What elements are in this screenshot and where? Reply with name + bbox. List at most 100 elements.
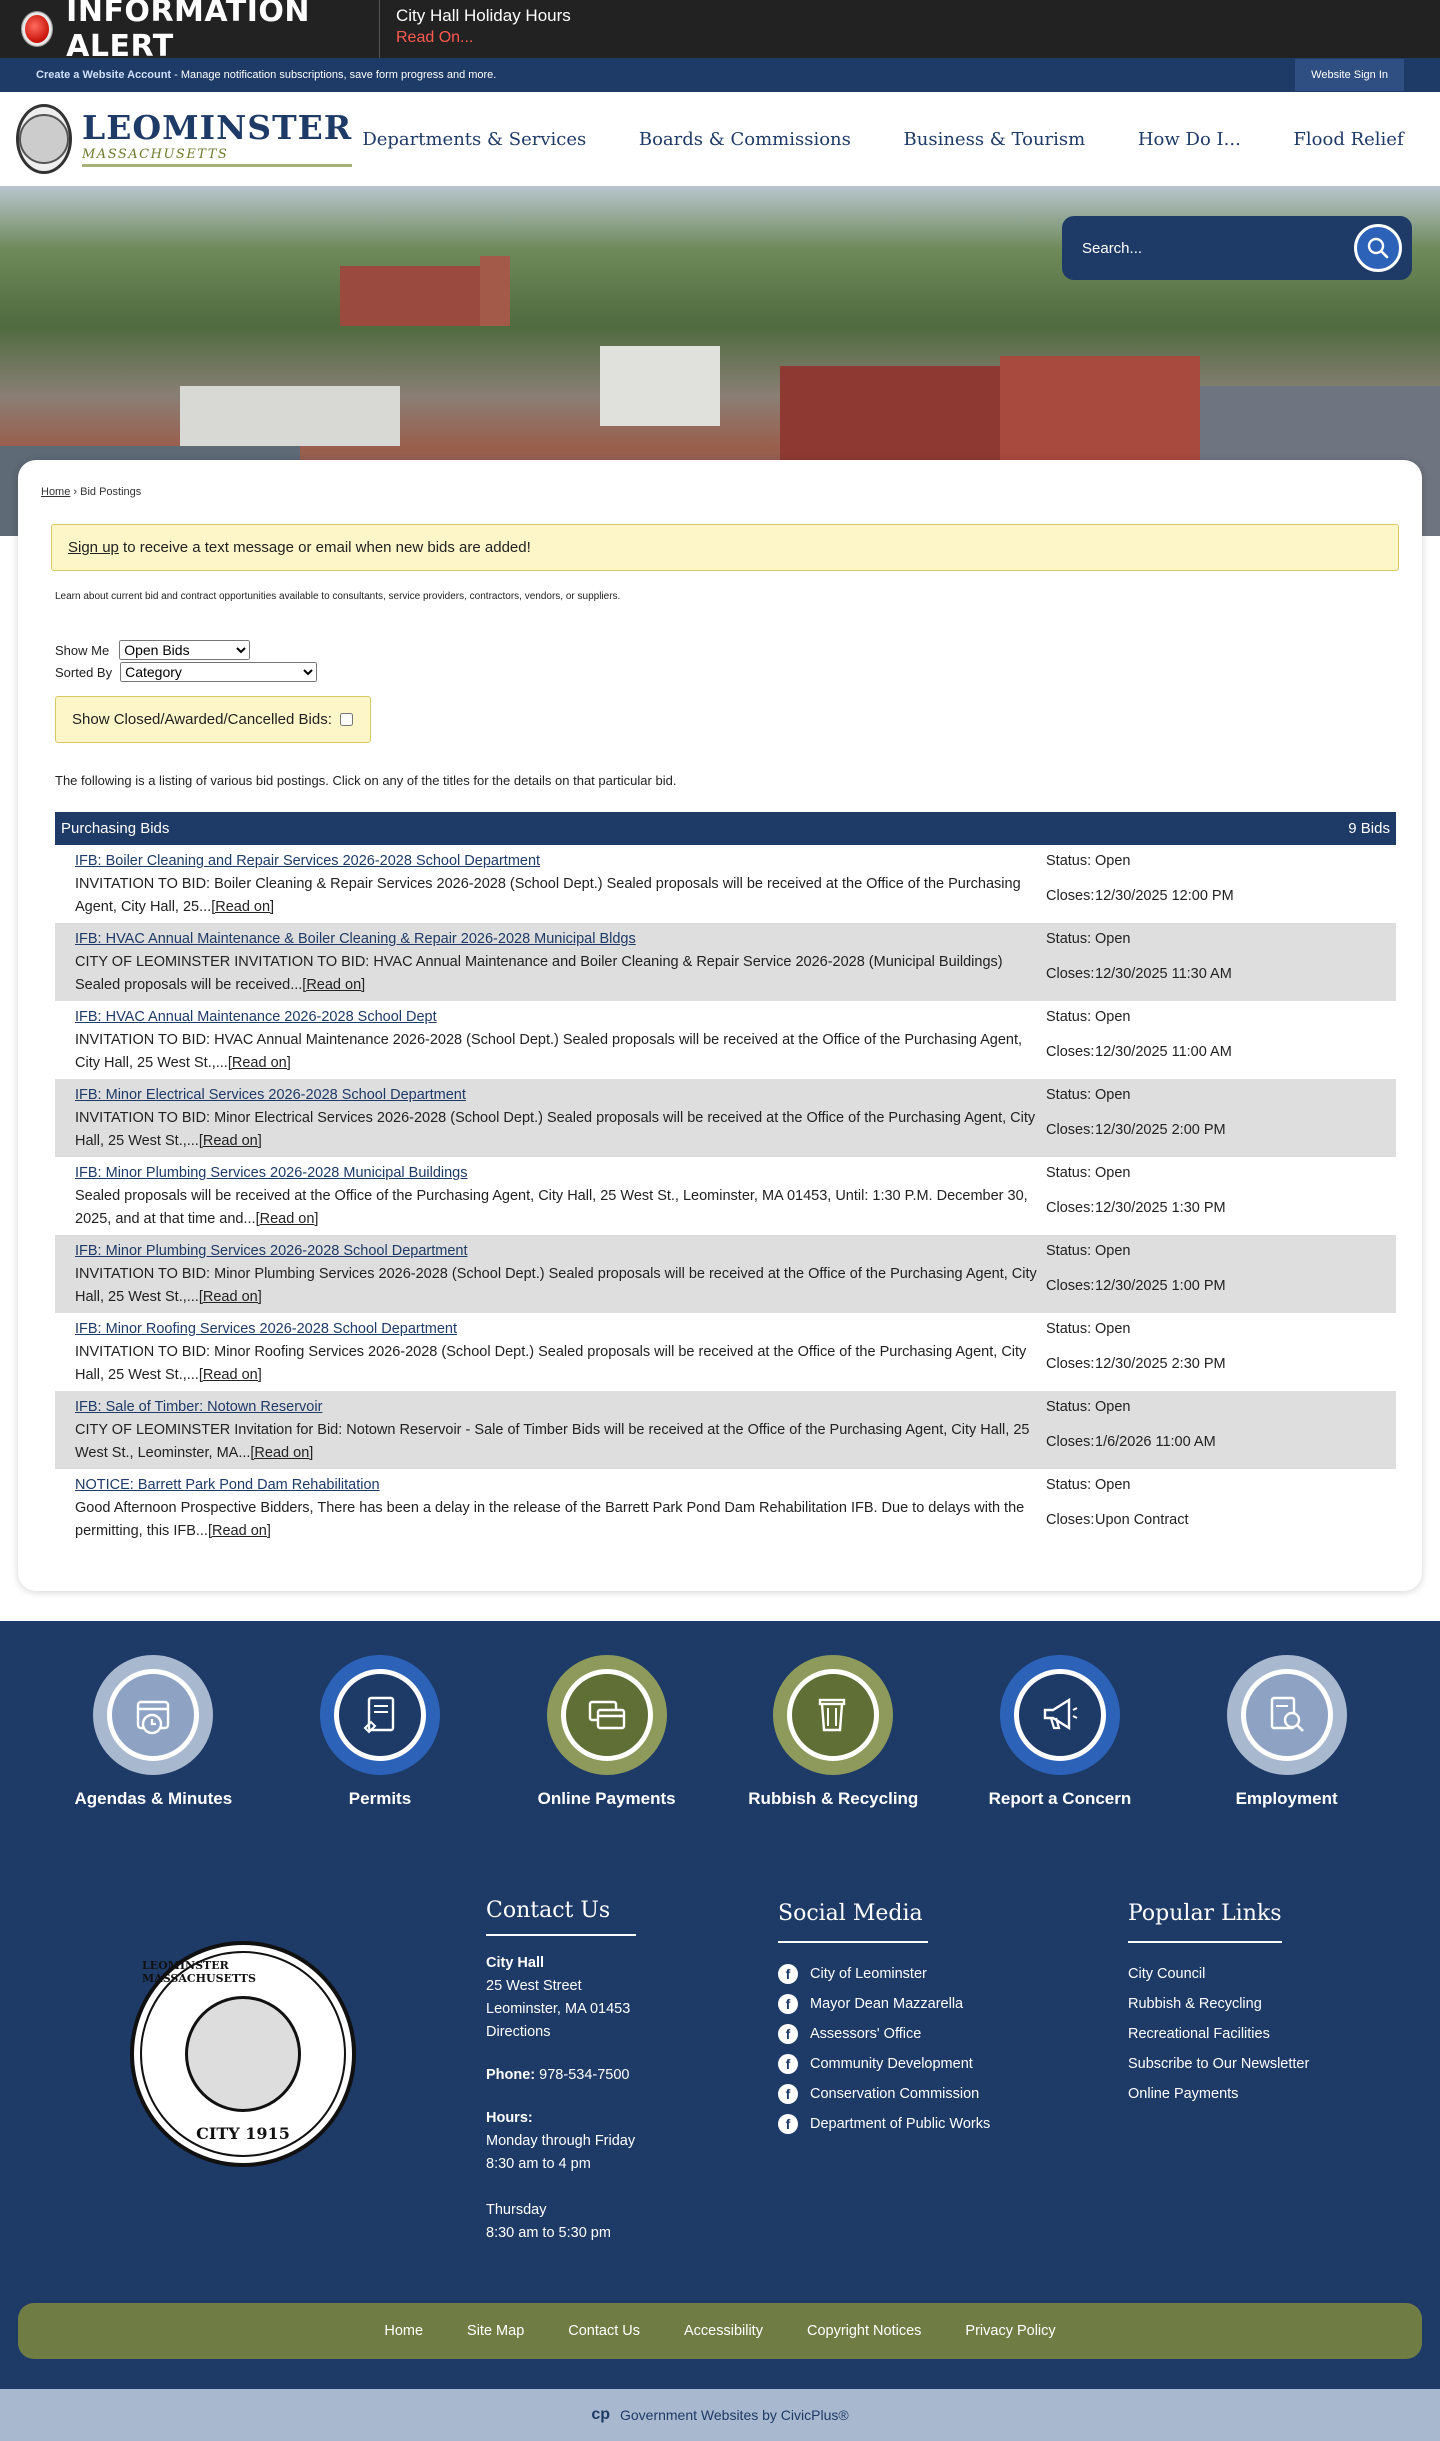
bid-read-on-link[interactable]: [Read on] — [250, 1445, 313, 1461]
bid-read-on-link[interactable]: [Read on] — [199, 1133, 262, 1149]
create-account-link[interactable]: Create a Website Account — [36, 69, 171, 81]
intro-text: Learn about current bid and contract opp… — [55, 591, 621, 602]
listing-note: The following is a listing of various bi… — [55, 773, 677, 788]
site-header: LEOMINSTER MASSACHUSETTS Departments & S… — [0, 92, 1440, 186]
alert-message[interactable]: City Hall Holiday Hours — [396, 6, 571, 26]
show-closed-checkbox[interactable] — [339, 713, 353, 726]
bid-title-link[interactable]: IFB: Minor Roofing Services 2026-2028 Sc… — [75, 1318, 1046, 1341]
nav-departments-services[interactable]: Departments & Services — [362, 129, 586, 150]
popular-link[interactable]: Subscribe to Our Newsletter — [1128, 2049, 1309, 2079]
bid-title-link[interactable]: NOTICE: Barrett Park Pond Dam Rehabilita… — [75, 1474, 1046, 1497]
closes-value: 12/30/2025 1:00 PM — [1095, 1277, 1226, 1294]
footer-nav-site-map[interactable]: Site Map — [467, 2323, 524, 2339]
search-input[interactable] — [1082, 239, 1354, 257]
popular-links-column: Popular Links City Council Rubbish & Recy… — [1128, 1899, 1309, 2303]
megaphone-icon — [1043, 1697, 1078, 1731]
quick-link-permits[interactable]: Permits — [280, 1655, 480, 1849]
bid-read-on-link[interactable]: [Read on] — [199, 1367, 262, 1383]
nav-how-do-i[interactable]: How Do I... — [1138, 129, 1241, 150]
signup-text: to receive a text message or email when … — [118, 539, 531, 556]
site-logo[interactable]: LEOMINSTER MASSACHUSETTS — [16, 104, 353, 174]
bid-title-link[interactable]: IFB: Sale of Timber: Notown Reservoir — [75, 1396, 1046, 1419]
bid-status-block: Status: Open Closes: 12/30/2025 1:30 PM — [1046, 1162, 1396, 1231]
civicplus-credit[interactable]: cp Government Websites by CivicPlus® — [0, 2389, 1440, 2441]
bid-status-block: Status: Open Closes: 12/30/2025 11:30 AM — [1046, 928, 1396, 997]
signup-link[interactable]: Sign up — [68, 539, 119, 556]
bid-read-on-link[interactable]: [Read on] — [199, 1289, 262, 1305]
status-label: Status: — [1046, 1477, 1092, 1493]
quick-link-report-a-concern[interactable]: Report a Concern — [960, 1655, 1160, 1849]
popular-link[interactable]: Rubbish & Recycling — [1128, 1989, 1309, 2019]
social-link[interactable]: f Assessors' Office — [778, 2019, 1128, 2049]
footer-nav-copyright-notices[interactable]: Copyright Notices — [807, 2323, 921, 2339]
quick-link-agendas-minutes[interactable]: Agendas & Minutes — [53, 1655, 253, 1849]
footer-nav-home[interactable]: Home — [384, 2323, 423, 2339]
status-value: Open — [1095, 1399, 1131, 1415]
hero-building — [180, 386, 400, 446]
closes-label: Closes: — [1046, 965, 1095, 982]
popular-link[interactable]: Recreational Facilities — [1128, 2019, 1309, 2049]
directions-link[interactable]: Directions — [486, 2021, 778, 2044]
sorted-by-select[interactable]: Category — [120, 662, 318, 682]
phone-number[interactable]: 978-534-7500 — [535, 2067, 629, 2083]
nav-boards-commissions[interactable]: Boards & Commissions — [639, 129, 851, 150]
closes-value: 12/30/2025 2:00 PM — [1095, 1121, 1226, 1138]
bid-title-link[interactable]: IFB: Minor Plumbing Services 2026-2028 M… — [75, 1162, 1046, 1185]
show-me-select[interactable]: Open Bids — [119, 640, 251, 660]
bid-read-on-link[interactable]: [Read on] — [256, 1211, 319, 1227]
quick-link-employment[interactable]: Employment — [1187, 1655, 1387, 1849]
seal-text-bottom: CITY 1915 — [196, 2124, 290, 2143]
status-value: Open — [1095, 1165, 1131, 1181]
bottom-nav: Home Site Map Contact Us Accessibility Copyr… — [18, 2303, 1422, 2359]
search-button[interactable] — [1354, 224, 1402, 272]
alert-left: INFORMATION ALERT — [0, 0, 380, 64]
bid-read-on-link[interactable]: [Read on] — [208, 1523, 271, 1539]
quick-link-online-payments[interactable]: Online Payments — [507, 1655, 707, 1849]
bid-title-link[interactable]: IFB: Minor Plumbing Services 2026-2028 S… — [75, 1240, 1046, 1263]
bid-read-on-link[interactable]: [Read on] — [211, 899, 274, 915]
website-sign-in-button[interactable]: Website Sign In — [1295, 59, 1404, 91]
quick-link-ring — [319, 1655, 440, 1775]
quick-link-rubbish-recycling[interactable]: Rubbish & Recycling — [733, 1655, 933, 1849]
nav-business-tourism[interactable]: Business & Tourism — [904, 129, 1086, 150]
closes-value: 12/30/2025 1:30 PM — [1095, 1199, 1226, 1216]
bid-title-link[interactable]: IFB: Boiler Cleaning and Repair Services… — [75, 850, 1046, 873]
social-link[interactable]: f Conservation Commission — [778, 2079, 1128, 2109]
bid-title-link[interactable]: IFB: HVAC Annual Maintenance & Boiler Cl… — [75, 928, 1046, 951]
breadcrumb-home[interactable]: Home — [41, 486, 70, 498]
bid-read-on-link[interactable]: [Read on] — [302, 977, 365, 993]
bids-count: 9 Bids — [1348, 820, 1390, 837]
bid-postings-card: Home › Bid Postings Sign up to receive a… — [18, 460, 1422, 1591]
bid-main: IFB: Sale of Timber: Notown Reservoir CI… — [75, 1396, 1046, 1465]
information-alert-bar: INFORMATION ALERT City Hall Holiday Hour… — [0, 0, 1440, 64]
bid-title-link[interactable]: IFB: Minor Electrical Services 2026-2028… — [75, 1084, 1046, 1107]
logo-name: LEOMINSTER — [82, 108, 353, 147]
sorted-by-label: Sorted By — [55, 664, 113, 680]
search-box — [1062, 216, 1412, 280]
bid-main: IFB: Minor Roofing Services 2026-2028 Sc… — [75, 1318, 1046, 1387]
permit-document-icon — [363, 1696, 395, 1734]
footer-nav-contact-us[interactable]: Contact Us — [568, 2323, 640, 2339]
footer-nav-accessibility[interactable]: Accessibility — [684, 2323, 763, 2339]
closes-value: Upon Contract — [1095, 1511, 1189, 1528]
social-link[interactable]: f Community Development — [778, 2049, 1128, 2079]
hours-1-time: 8:30 am to 4 pm — [486, 2156, 591, 2172]
bid-title-link[interactable]: IFB: HVAC Annual Maintenance 2026-2028 S… — [75, 1006, 1046, 1029]
status-label: Status: — [1046, 1321, 1092, 1337]
social-link[interactable]: f Department of Public Works — [778, 2109, 1128, 2139]
popular-link[interactable]: Online Payments — [1128, 2079, 1309, 2109]
footer-nav-privacy-policy[interactable]: Privacy Policy — [965, 2323, 1055, 2339]
breadcrumb-separator: › — [70, 486, 81, 498]
popular-link[interactable]: City Council — [1128, 1959, 1309, 1989]
social-link[interactable]: f Mayor Dean Mazzarella — [778, 1989, 1128, 2019]
bid-read-on-link[interactable]: [Read on] — [228, 1055, 291, 1071]
quick-link-label: Online Payments — [537, 1789, 676, 1808]
status-label: Status: — [1046, 853, 1092, 869]
document-search-icon — [1270, 1696, 1304, 1732]
closes-value: 1/6/2026 11:00 AM — [1095, 1433, 1216, 1450]
alert-read-on-link[interactable]: Read On... — [396, 29, 571, 47]
bid-description: INVITATION TO BID: Minor Roofing Service… — [75, 1341, 1046, 1387]
social-link-label: Department of Public Works — [810, 2116, 991, 2132]
social-link[interactable]: f City of Leominster — [778, 1959, 1128, 1989]
nav-flood-relief[interactable]: Flood Relief — [1293, 129, 1403, 150]
